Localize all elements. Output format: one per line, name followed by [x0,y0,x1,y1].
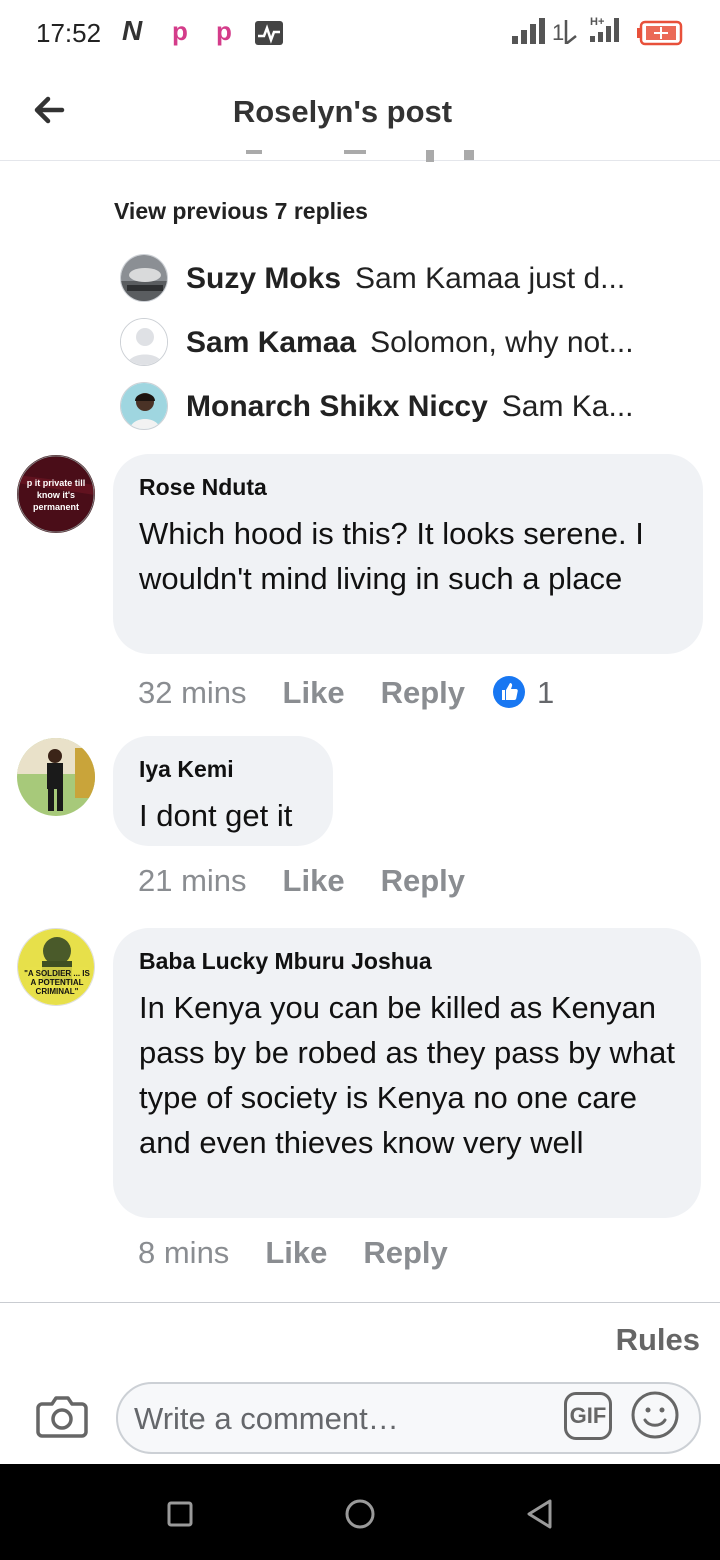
p-app-icon: p [216,16,232,46]
view-previous-replies-link[interactable]: View previous 7 replies [114,198,368,225]
reply-snippet: Solomon, why not... [370,326,634,359]
comment-text: Which hood is this? It looks serene. I w… [139,516,644,596]
reply-preview-row[interactable]: Suzy Moks Sam Kamaa just d... [120,254,680,304]
status-time: 17:52 [36,18,102,48]
svg-text:1: 1 [552,20,564,44]
p-app-icon: p [172,16,188,46]
reply-preview-text: Suzy Moks Sam Kamaa just d... [186,262,680,296]
footer-divider [0,1302,720,1303]
n-app-icon: N [122,15,143,46]
data-transfer-icon: 1 [552,20,577,44]
activity-icon [255,21,283,45]
comment-actions: 8 mins Like Reply [138,1235,448,1271]
avatar[interactable]: "A SOLDIER ... IS A POTENTIAL CRIMINAL" [17,928,95,1006]
battery-icon [637,20,683,46]
top-app-bar: Roselyn's post [0,66,720,161]
reply-button[interactable]: Reply [381,863,465,899]
back-triangle-icon[interactable] [520,1494,560,1534]
reply-preview-text: Monarch Shikx Niccy Sam Ka... [186,390,680,424]
cutoff-text-remnant [240,150,490,164]
like-button[interactable]: Like [283,863,345,899]
avatar-caption: "A SOLDIER ... IS A POTENTIAL CRIMINAL" [24,969,90,996]
camera-icon[interactable] [36,1392,88,1440]
comment-timestamp: 21 mins [138,863,247,898]
comment-text: I dont get it [139,798,293,833]
rules-link[interactable]: Rules [616,1322,700,1358]
comment-author[interactable]: Iya Kemi [139,756,307,783]
reply-preview-text: Sam Kamaa Solomon, why not... [186,326,680,360]
avatar[interactable] [17,738,95,816]
recents-square-icon[interactable] [160,1494,200,1534]
comment-composer[interactable]: GIF [116,1382,701,1454]
comment-bubble[interactable]: Rose Nduta Which hood is this? It looks … [113,454,703,654]
reaction-count: 1 [537,675,555,710]
h-plus-signal-icon: H+ [590,16,619,42]
status-bar: 17:52 N p p 1 H+ [0,0,720,66]
avatar [120,382,168,430]
avatar [120,318,168,366]
home-circle-icon[interactable] [340,1494,380,1534]
reply-preview-row[interactable]: Monarch Shikx Niccy Sam Ka... [120,382,680,432]
like-reaction-icon[interactable] [493,676,525,708]
system-navigation-bar [0,1464,720,1560]
reply-preview-row[interactable]: Sam Kamaa Solomon, why not... [120,318,680,368]
comment-timestamp: 32 mins [138,675,247,710]
reply-author[interactable]: Sam Kamaa [186,326,356,359]
like-button[interactable]: Like [265,1235,327,1271]
comment-bubble[interactable]: Baba Lucky Mburu Joshua In Kenya you can… [113,928,701,1218]
comment-author[interactable]: Rose Nduta [139,474,677,501]
comment-actions: 21 mins Like Reply [138,863,465,899]
like-button[interactable]: Like [283,675,345,711]
reply-button[interactable]: Reply [381,675,465,711]
comment-author[interactable]: Baba Lucky Mburu Joshua [139,948,675,975]
reply-snippet: Sam Ka... [501,390,634,423]
comment-actions: 32 mins Like Reply 1 [138,671,554,711]
svg-text:H+: H+ [590,16,604,28]
reply-button[interactable]: Reply [363,1235,447,1271]
comment-bubble[interactable]: Iya Kemi I dont get it [113,736,333,846]
signal-icon [512,18,545,44]
emoji-icon[interactable] [630,1390,680,1440]
reply-snippet: Sam Kamaa just d... [355,262,626,295]
reply-author[interactable]: Suzy Moks [186,262,341,295]
comment-text: In Kenya you can be killed as Kenyan pas… [139,990,675,1160]
page-title: Roselyn's post [232,94,453,129]
comment-input[interactable] [132,1396,556,1442]
avatar[interactable]: p it private till know it's permanent [17,455,95,533]
avatar [120,254,168,302]
comment-timestamp: 8 mins [138,1235,230,1270]
reply-author[interactable]: Monarch Shikx Niccy [186,390,488,423]
gif-button[interactable]: GIF [564,1392,612,1440]
avatar-caption: p it private till know it's permanent [26,478,86,512]
